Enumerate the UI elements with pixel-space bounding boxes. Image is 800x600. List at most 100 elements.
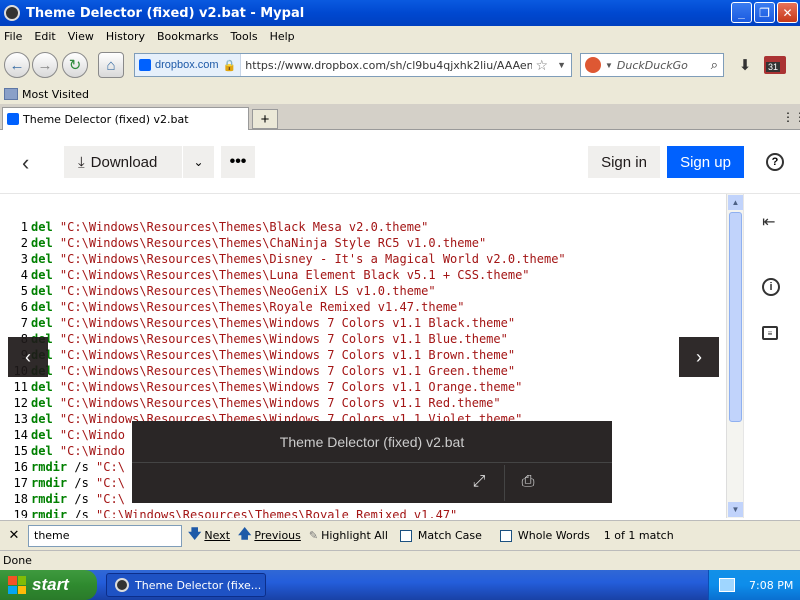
navigation-toolbar: ← → ↻ ⌂ dropbox.com 🔒 https://www.dropbo… xyxy=(0,46,800,84)
code-string: "C:\Windows\Resources\Themes\Luna Elemen… xyxy=(59,268,530,282)
plus-icon: + xyxy=(260,110,270,128)
code-string: "C:\ xyxy=(96,460,125,474)
search-box[interactable]: ▼ DuckDuckGo ⌕ xyxy=(580,53,724,77)
code-string: "C:\Windo xyxy=(59,428,125,442)
menu-history[interactable]: History xyxy=(106,30,145,43)
search-engine-dropdown-icon[interactable]: ▼ xyxy=(605,61,613,70)
new-tab-button[interactable]: + xyxy=(252,109,278,129)
home-button[interactable]: ⌂ xyxy=(98,52,124,78)
expand-icon: ⤢ xyxy=(472,473,486,490)
scroll-up-arrow-icon[interactable]: ▲ xyxy=(728,195,743,210)
code-line: 17 rmdir /s "C:\ xyxy=(0,475,125,491)
fullscreen-button[interactable]: ⤢ xyxy=(459,467,499,497)
bookmark-star-icon[interactable]: ☆ xyxy=(532,57,553,74)
whole-words-box[interactable] xyxy=(499,529,512,542)
find-next-button[interactable]: 🡇 Next xyxy=(188,525,230,547)
download-button[interactable]: ⤓ Download xyxy=(64,154,182,171)
back-button[interactable]: ← xyxy=(4,52,30,78)
scrollbar-thumb[interactable] xyxy=(729,212,742,422)
scroll-down-arrow-icon[interactable]: ▼ xyxy=(728,502,743,517)
code-line: 4 del "C:\Windows\Resources\Themes\Luna E… xyxy=(0,267,530,283)
code-string: "C:\Windo xyxy=(59,444,125,458)
menu-bar: File Edit View History Bookmarks Tools H… xyxy=(0,26,800,46)
find-input[interactable] xyxy=(28,524,182,547)
whole-words-checkbox[interactable]: Whole Words xyxy=(499,529,590,542)
code-line: 2 del "C:\Windows\Resources\Themes\ChaNin… xyxy=(0,235,486,251)
start-button[interactable]: start xyxy=(0,570,97,600)
addon-badge-button[interactable]: 31 xyxy=(764,54,790,76)
menu-help[interactable]: Help xyxy=(270,30,295,43)
line-number: 15 xyxy=(13,444,28,458)
download-options-chevron-icon[interactable]: ⌄ xyxy=(183,155,214,169)
previous-file-button[interactable]: ‹ xyxy=(8,337,48,377)
site-identity[interactable]: dropbox.com 🔒 xyxy=(135,54,242,76)
code-keyword: rmdir xyxy=(31,476,68,490)
menu-edit[interactable]: Edit xyxy=(34,30,55,43)
help-icon[interactable]: ? xyxy=(766,153,784,171)
tab-dropbox-favicon xyxy=(7,113,19,125)
download-label: Download xyxy=(90,153,158,171)
code-string: "C:\Windows\Resources\Themes\Windows 7 C… xyxy=(59,348,516,362)
code-line: 11 del "C:\Windows\Resources\Themes\Windo… xyxy=(0,379,523,395)
code-args: /s xyxy=(67,476,97,490)
print-button[interactable]: ⎙ xyxy=(508,467,548,497)
code-keyword: del xyxy=(31,236,53,250)
windows-taskbar: start Theme Delector (fixe... 7:08 PM xyxy=(0,570,800,600)
code-keyword: del xyxy=(31,300,53,314)
sign-in-button[interactable]: Sign in xyxy=(588,146,660,178)
line-number: 11 xyxy=(13,380,28,394)
line-number: 17 xyxy=(13,476,28,490)
close-find-bar-icon[interactable]: ✕ xyxy=(0,528,28,543)
match-case-checkbox[interactable]: Match Case xyxy=(399,529,482,542)
reload-button[interactable]: ↻ xyxy=(62,52,88,78)
code-line: 19 rmdir /s "C:\Windows\Resources\Themes\… xyxy=(0,507,458,518)
code-string: "C:\Windows\Resources\Themes\NeoGeniX LS… xyxy=(59,284,436,298)
next-file-button[interactable]: › xyxy=(679,337,719,377)
url-dropdown-icon[interactable]: ▼ xyxy=(552,60,571,70)
code-args: /s xyxy=(67,492,97,506)
highlight-all-button[interactable]: ✎ Highlight All xyxy=(309,529,388,542)
menu-view[interactable]: View xyxy=(68,30,94,43)
search-icon[interactable]: ⌕ xyxy=(711,57,718,73)
forward-button[interactable]: → xyxy=(32,52,58,78)
downloads-button[interactable]: ⬇ xyxy=(733,54,757,76)
dropbox-header: ‹ ⤓ Download ⌄ ••• Sign in Sign up ? xyxy=(0,130,800,194)
list-all-tabs-icon[interactable]: ⋮⋮ xyxy=(782,110,800,124)
close-button[interactable]: ✕ xyxy=(777,2,798,23)
back-chevron-icon[interactable]: ‹ xyxy=(22,150,29,176)
network-icon[interactable] xyxy=(719,578,735,592)
taskbar-item-mypal[interactable]: Theme Delector (fixe... xyxy=(106,573,266,597)
minimize-button[interactable]: _ xyxy=(731,2,752,23)
maximize-button[interactable]: ❐ xyxy=(754,2,775,23)
download-arrow-icon: ⬇ xyxy=(738,57,752,74)
match-case-box[interactable] xyxy=(399,529,412,542)
window-titlebar[interactable]: Theme Delector (fixed) v2.bat - Mypal _ … xyxy=(0,0,800,26)
menu-bookmarks[interactable]: Bookmarks xyxy=(157,30,218,43)
code-keyword: del xyxy=(31,412,53,426)
comment-icon[interactable]: ≡ xyxy=(762,326,778,340)
code-keyword: del xyxy=(31,268,53,282)
search-placeholder: DuckDuckGo xyxy=(616,58,688,72)
url-bar[interactable]: dropbox.com 🔒 https://www.dropbox.com/sh… xyxy=(134,53,572,77)
code-line: 14 del "C:\Windo xyxy=(0,427,125,443)
find-previous-button[interactable]: 🡅 Previous xyxy=(238,525,301,547)
code-string: "C:\Windows\Resources\Themes\Windows 7 C… xyxy=(59,396,501,410)
url-text[interactable]: https://www.dropbox.com/sh/cl9bu4qjxhk2l… xyxy=(241,59,531,72)
tab-theme-delector[interactable]: Theme Delector (fixed) v2.bat xyxy=(2,107,249,130)
most-visited-bookmark[interactable]: Most Visited xyxy=(22,88,89,101)
menu-file[interactable]: File xyxy=(4,30,22,43)
vertical-scrollbar[interactable]: ▲ ▼ xyxy=(726,194,743,518)
preview-toolbar-overlay: Theme Delector (fixed) v2.bat ⤢ ⎙ xyxy=(132,421,612,503)
addon-badge-count: 31 xyxy=(766,62,781,72)
code-keyword: del xyxy=(31,252,53,266)
arrow-down-icon: 🡇 xyxy=(188,526,202,542)
collapse-sidebar-icon[interactable]: ⇤ xyxy=(762,212,775,232)
sign-up-button[interactable]: Sign up xyxy=(667,146,744,178)
tab-title: Theme Delector (fixed) v2.bat xyxy=(23,112,189,126)
more-actions-button[interactable]: ••• xyxy=(221,146,255,178)
line-number: 16 xyxy=(13,460,28,474)
clock[interactable]: 7:08 PM xyxy=(749,579,793,592)
info-icon[interactable]: i xyxy=(762,278,780,296)
menu-tools[interactable]: Tools xyxy=(230,30,257,43)
code-line: 15 del "C:\Windo xyxy=(0,443,125,459)
